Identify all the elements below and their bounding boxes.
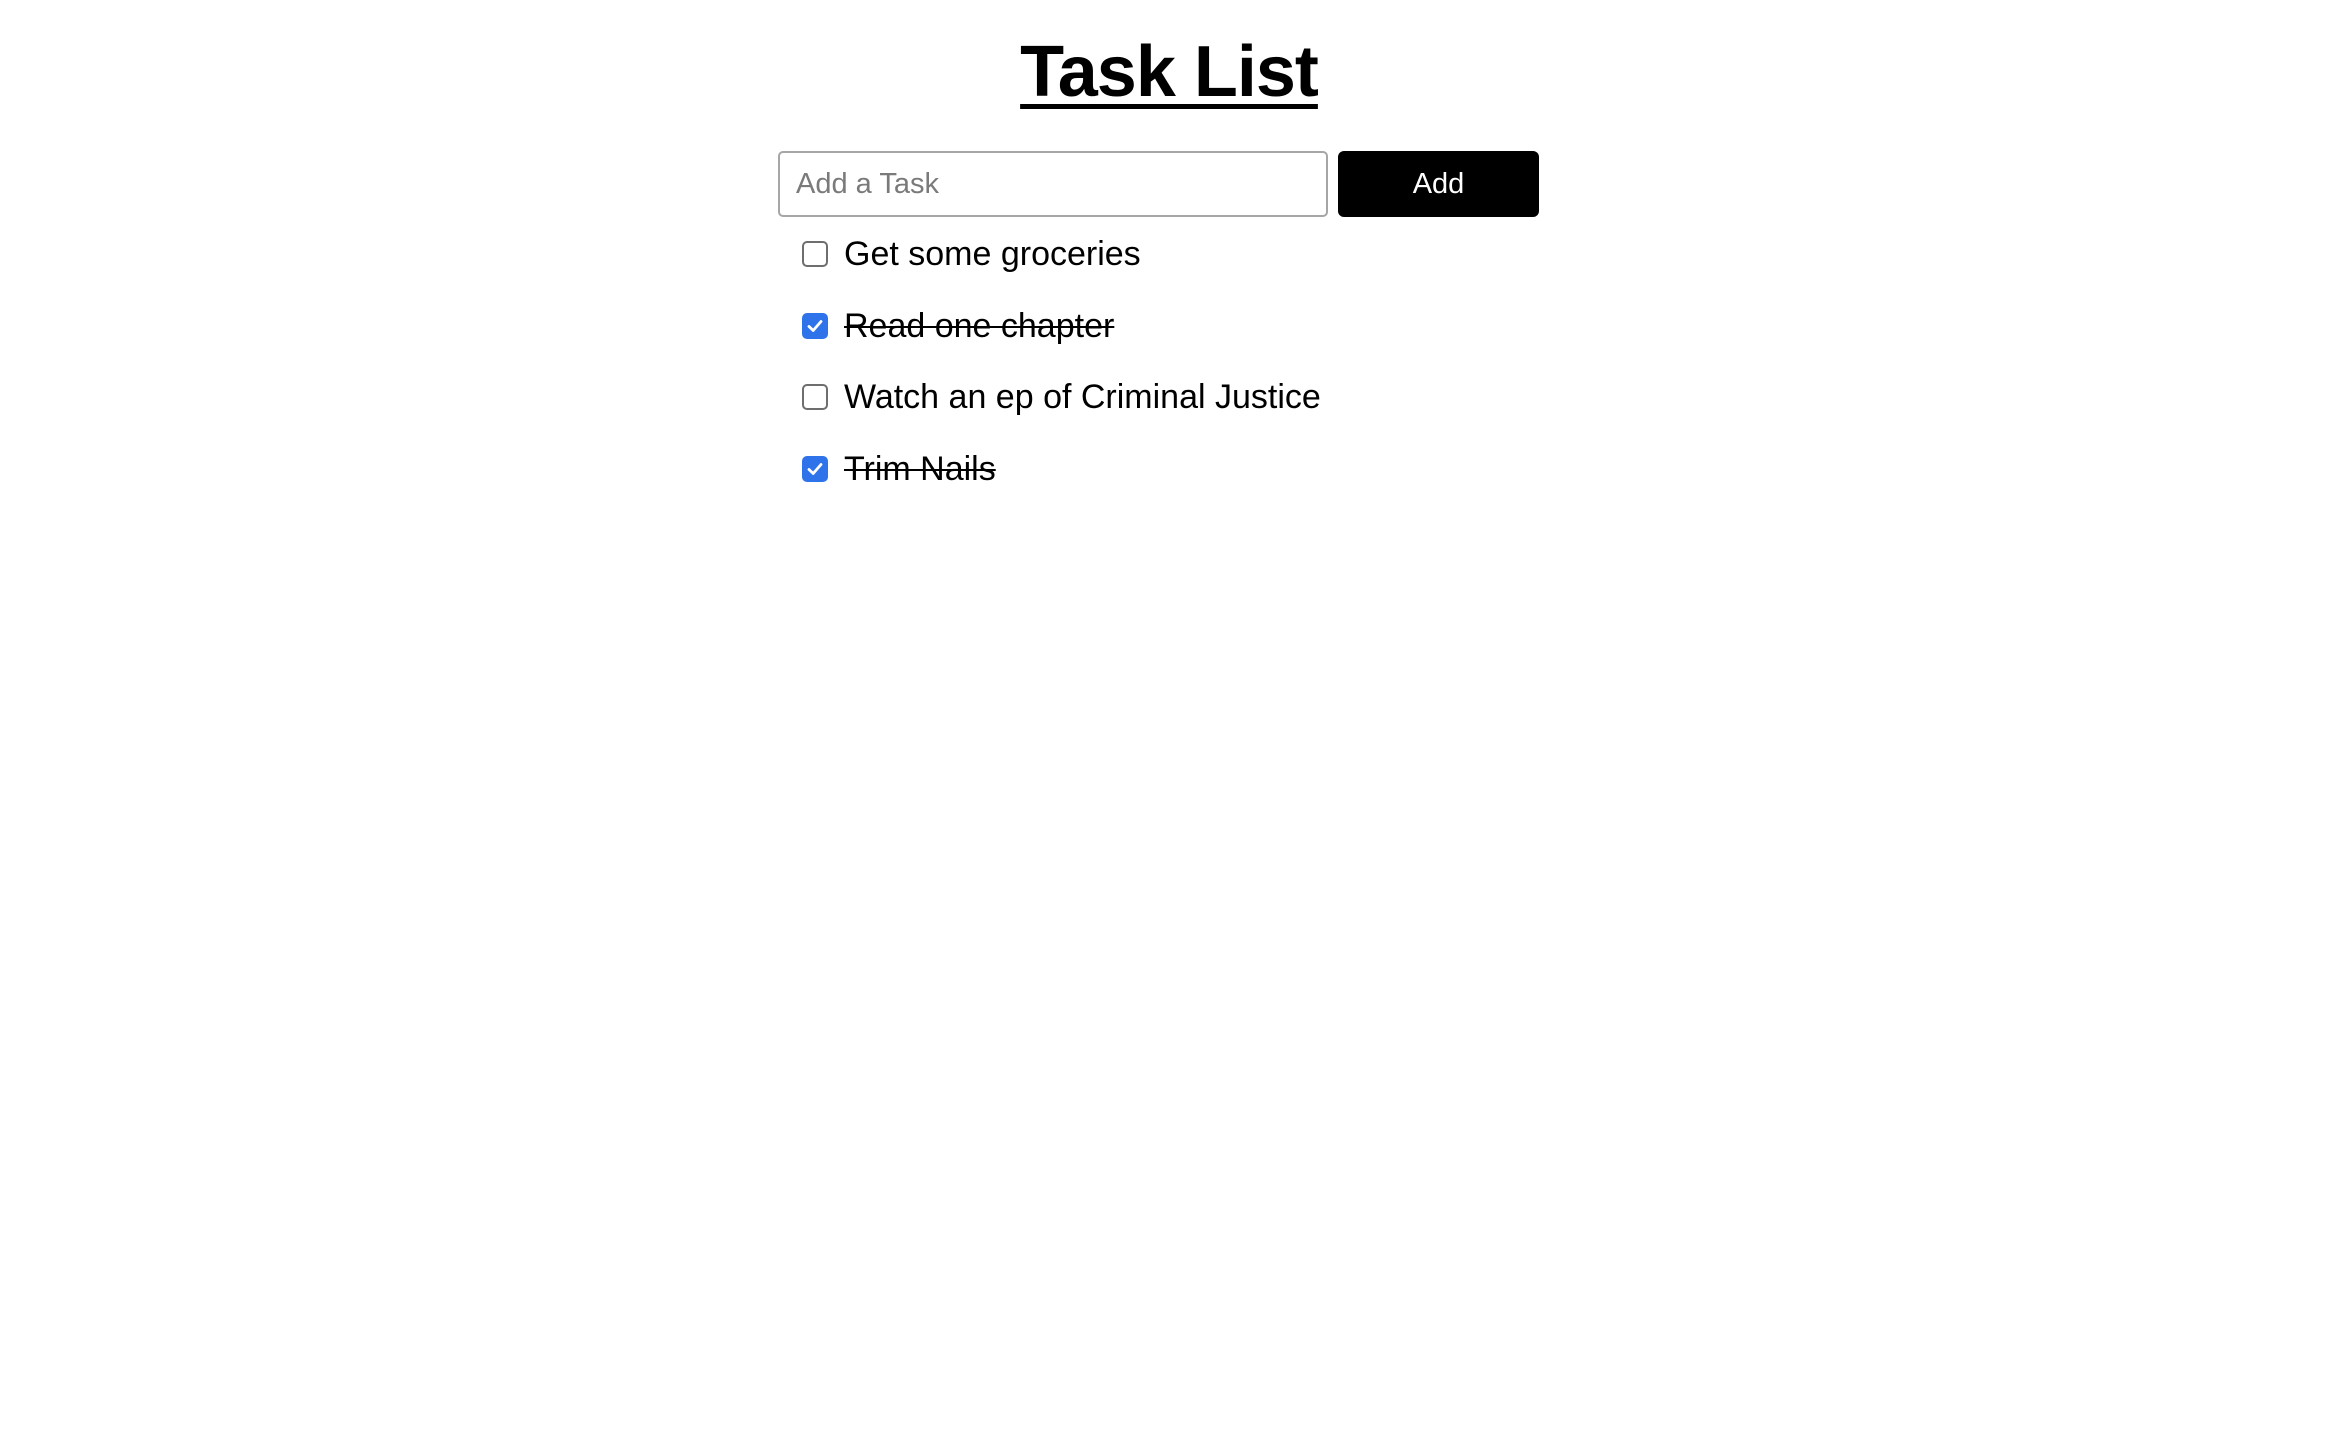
task-checkbox[interactable] xyxy=(802,241,828,267)
task-label: Read one chapter xyxy=(844,306,1115,345)
checkmark-icon xyxy=(807,319,823,332)
task-label: Get some groceries xyxy=(844,235,1141,273)
task-checkbox[interactable] xyxy=(802,384,828,410)
task-checkbox[interactable] xyxy=(802,455,828,482)
task-label: Watch an ep of Criminal Justice xyxy=(844,378,1321,416)
task-list-page: Task List Add Get some groceries Read on… xyxy=(0,0,2338,1450)
add-task-input[interactable] xyxy=(778,151,1328,217)
page-title: Task List xyxy=(1020,32,1319,112)
task-label: Trim Nails xyxy=(844,449,996,488)
task-checkbox[interactable] xyxy=(802,312,828,339)
checkmark-icon xyxy=(807,462,823,475)
add-button[interactable]: Add xyxy=(1338,151,1539,217)
